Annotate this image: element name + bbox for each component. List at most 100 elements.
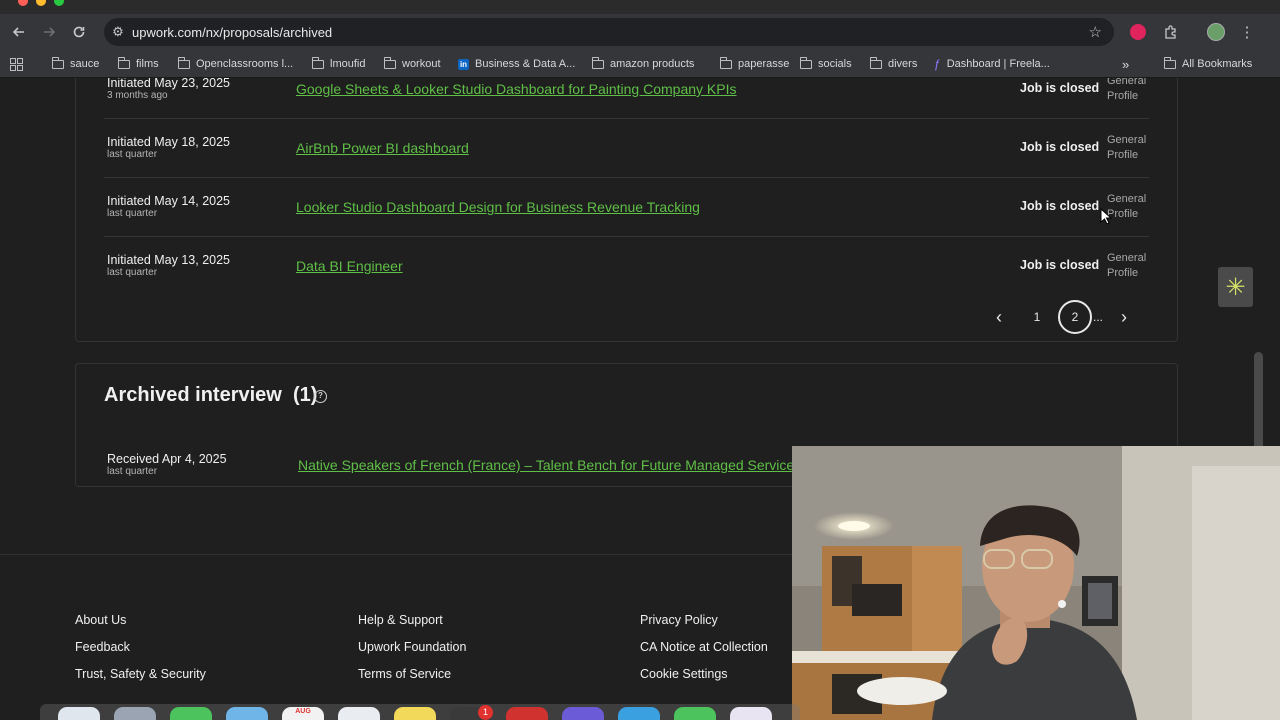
puzzle-icon [1164,24,1176,39]
more-bookmarks-button[interactable]: » [1122,50,1129,78]
close-window-icon[interactable] [18,0,28,6]
bookmark-label: workout [402,58,441,70]
finder-icon[interactable] [58,707,100,720]
calendar-icon[interactable]: AUG [282,707,324,720]
bookmark-item[interactable]: lmoufid [311,50,366,78]
webcam-video-image [792,446,1280,720]
proposal-row: Initiated May 23, 2025 3 months ago Goog… [104,78,1149,119]
bookmark-item[interactable]: films [117,50,159,78]
folder-icon [799,56,812,69]
site-settings-icon[interactable]: ⚙ [104,24,132,40]
bookmark-label: films [136,58,159,70]
folder-icon [591,56,604,69]
folder-icon [383,56,396,69]
next-page-button[interactable]: › [1107,300,1141,334]
footer-link-feedback[interactable]: Feedback [75,640,130,654]
proposal-title-link[interactable]: Looker Studio Dashboard Design for Busin… [296,199,700,215]
profile-avatar[interactable] [1202,18,1230,46]
footer-link-upwork-foundation[interactable]: Upwork Foundation [358,640,466,654]
address-bar[interactable]: ⚙ upwork.com/nx/proposals/archived ☆ [104,18,1114,46]
apps-grid-icon[interactable] [10,50,23,78]
bookmark-item[interactable]: paperasse [719,50,790,78]
proposal-title-link[interactable]: Data BI Engineer [296,258,403,274]
proposal-title-link[interactable]: AirBnb Power BI dashboard [296,140,469,156]
bookmark-item[interactable]: socials [799,50,852,78]
mouse-cursor-icon [1100,208,1112,225]
proposal-relative-date: 3 months ago [107,90,168,101]
interview-title-link[interactable]: Native Speakers of French (France) – Tal… [298,457,794,473]
interview-relative-date: last quarter [107,466,158,477]
folder-icon [117,56,130,69]
minimize-window-icon[interactable] [36,0,46,6]
extension-red-icon[interactable] [1124,18,1152,46]
browser-menu-icon[interactable]: ⋮ [1233,18,1261,46]
bookmark-item[interactable]: workout [383,50,441,78]
url-text: upwork.com/nx/proposals/archived [132,24,333,40]
app-red-icon[interactable] [506,707,548,720]
discord-icon[interactable] [562,707,604,720]
section-title: Archived interview (1) [104,384,318,406]
footer-link-trust-safety[interactable]: Trust, Safety & Security [75,667,206,681]
interview-date: Received Apr 4, 2025 [107,452,227,466]
bookmark-label: divers [888,58,918,70]
bookmark-item[interactable]: in Business & Data A... [458,50,575,78]
forward-button[interactable] [34,17,64,47]
bookmark-item[interactable]: divers [869,50,918,78]
app-blue-icon[interactable] [618,707,660,720]
profile-label: General Profile [1107,252,1147,279]
footer-link-privacy[interactable]: Privacy Policy [640,613,718,627]
extensions-puzzle-icon[interactable] [1156,18,1184,46]
maps-icon[interactable] [226,707,268,720]
floating-widget-icon[interactable]: ✳ [1218,267,1253,307]
proposal-title-link[interactable]: Google Sheets & Looker Studio Dashboard … [296,81,736,97]
bookmark-star-icon[interactable]: ☆ [1089,23,1102,41]
job-status: Job is closed [1020,199,1100,213]
chevron-right-icon: › [1121,306,1127,327]
footer-link-about-us[interactable]: About Us [75,613,126,627]
whatsapp-icon[interactable] [674,707,716,720]
footer-link-cookie-settings[interactable]: Cookie Settings [640,667,728,681]
webcam-overlay [792,446,1280,720]
prev-page-button[interactable]: ‹ [982,300,1016,334]
notification-badge: 1 [478,705,493,720]
bookmark-label: paperasse [738,58,790,70]
proposal-date: Initiated May 23, 2025 [107,78,230,90]
folder-icon [1163,56,1176,69]
screen: ⚙ upwork.com/nx/proposals/archived ☆ ⋮ s… [0,0,1280,720]
reload-button[interactable] [64,17,94,47]
bookmark-item[interactable]: amazon products [591,50,695,78]
zoom-window-icon[interactable] [54,0,64,6]
bookmark-label: amazon products [610,58,695,70]
job-status: Job is closed [1020,81,1100,95]
footer-link-help-support[interactable]: Help & Support [358,613,443,627]
notes-icon[interactable] [394,707,436,720]
job-status: Job is closed [1020,140,1100,154]
folder-icon [177,56,190,69]
bookmark-label: lmoufid [330,58,366,70]
browser-toolbar: ⚙ upwork.com/nx/proposals/archived ☆ ⋮ [0,14,1280,50]
forward-arrow-icon [44,27,56,37]
proposal-date: Initiated May 18, 2025 [107,135,230,149]
page-1-button[interactable]: 1 [1020,300,1054,334]
bookmark-label: Openclassrooms l... [196,58,294,70]
chevron-left-icon: ‹ [996,306,1002,327]
profile-label: General Profile [1107,193,1147,220]
bookmark-item[interactable]: ƒ Dashboard | Freela... [934,50,1050,78]
all-bookmarks-button[interactable]: All Bookmarks [1163,50,1252,78]
help-icon[interactable]: ? [314,390,327,403]
folder-icon [311,56,324,69]
back-button[interactable] [4,17,34,47]
reload-icon [73,26,85,38]
bookmark-item[interactable]: Openclassrooms l... [177,50,294,78]
footer-link-terms[interactable]: Terms of Service [358,667,451,681]
bookmark-item[interactable]: sauce [51,50,99,78]
folder-icon [719,56,732,69]
launchpad-icon[interactable] [114,707,156,720]
footer-link-ca-notice[interactable]: CA Notice at Collection [640,640,768,654]
upwork-icon: ƒ [934,57,941,71]
messages-icon[interactable] [170,707,212,720]
proposal-row: Initiated May 13, 2025 last quarter Data… [104,237,1149,296]
profile-label: General Profile [1107,134,1147,161]
contacts-icon[interactable] [338,707,380,720]
slack-icon[interactable] [730,707,772,720]
